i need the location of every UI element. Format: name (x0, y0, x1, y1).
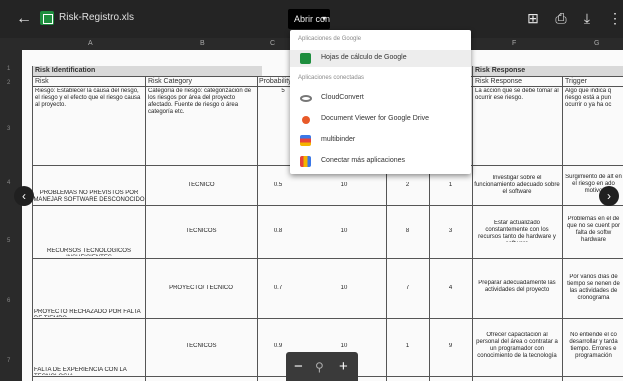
score-cell: 1 (405, 343, 410, 349)
column-header: A (88, 40, 93, 47)
column-header: C (270, 40, 276, 47)
menu-item-label: Conectar más aplicaciones (321, 157, 406, 164)
probability-cell: 0.7 (273, 285, 283, 291)
score-cell: 7 (405, 285, 410, 291)
menu-item-label: CloudConvert (321, 94, 364, 101)
header-risk-category: Risk Category (148, 78, 192, 85)
grid-line (562, 76, 563, 381)
section-risk-response: Risk Response (475, 67, 526, 74)
row-header: 3 (7, 126, 11, 132)
chevron-left-icon: ‹ (22, 189, 26, 203)
multibinder-icon (300, 135, 311, 146)
rank-cell: 1 (448, 182, 453, 188)
open-with-menu: Aplicaciones de Google Hojas de cálculo … (290, 30, 471, 174)
response-cell: Investigar sobre el funcionamiento adecu… (474, 175, 560, 195)
column-header: B (200, 40, 205, 47)
category-cell: TECNICOS (185, 228, 217, 234)
probability-cell: 0.5 (273, 182, 283, 188)
risk-cell: RECURSOS TECNOLOGICOS INSUFICIENTES (47, 248, 131, 256)
risk-cell: PROYECTO RECHAZADO POR FALTA DE TIEMPO (34, 309, 141, 317)
header-risk-response: Risk Response (475, 78, 523, 85)
header-probability: Probability (259, 78, 292, 85)
rank-cell: 4 (448, 285, 453, 291)
chevron-right-icon: › (607, 189, 611, 203)
zoom-search-icon[interactable]: ⚲ (315, 360, 324, 374)
menu-item-connect-more-apps[interactable]: Conectar más aplicaciones (290, 153, 471, 170)
connect-apps-icon (300, 156, 311, 167)
trigger-cell: Por varios días de tiempo se nenen de la… (567, 274, 620, 301)
open-with-button[interactable]: Abrir con ▾ (288, 9, 330, 29)
menu-item-cloudconvert[interactable]: CloudConvert (290, 90, 471, 107)
row-header: 7 (7, 358, 11, 364)
category-cell: PROYECTO/ TECNICO (169, 285, 233, 291)
next-page-button[interactable]: › (599, 186, 619, 206)
risk-cell: PROBLEMAS NO PREVISTOS POR MANEJAR SOFTW… (33, 190, 145, 203)
impact-cell: 10 (340, 228, 348, 234)
probability-cell: 0.9 (273, 343, 283, 349)
impact-cell: 10 (340, 285, 348, 291)
rank-cell: 3 (448, 228, 453, 234)
header-risk: Risk (35, 78, 49, 85)
trigger-cell: No entiende el co desarrollar y tarda ti… (569, 332, 618, 359)
zoom-out-button[interactable]: − (294, 358, 303, 375)
column-header: G (594, 40, 600, 47)
score-cell: 2 (405, 182, 410, 188)
description-trigger: Algo que indica q riesgo está a pun ocur… (565, 88, 612, 108)
row-header: 2 (7, 80, 11, 86)
impact-cell: 10 (340, 343, 348, 349)
previous-page-button[interactable]: ‹ (14, 186, 34, 206)
category-cell: TECNICOS (185, 343, 217, 349)
menu-item-document-viewer[interactable]: Document Viewer for Google Drive (290, 111, 471, 128)
back-arrow-icon[interactable]: ← (16, 9, 32, 29)
spreadsheet-file-icon (40, 11, 54, 25)
response-cell: Ofrecer capacitación al personal del áre… (476, 332, 558, 359)
grid-line (472, 66, 473, 381)
grid-line (32, 66, 33, 381)
rank-cell: 9 (448, 343, 453, 349)
menu-item-google-sheets[interactable]: Hojas de cálculo de Google (290, 50, 471, 67)
menu-item-label: Document Viewer for Google Drive (321, 115, 430, 122)
response-cell: Preparar adecuadamente las actividades d… (478, 280, 556, 293)
column-header: F (512, 40, 517, 47)
row-header: 6 (7, 298, 11, 304)
row-header: 4 (7, 180, 11, 186)
grid-line (32, 205, 623, 206)
document-viewer-icon (302, 116, 310, 124)
menu-item-label: multibinder (321, 136, 356, 143)
menu-item-label: Hojas de cálculo de Google (321, 54, 407, 61)
row-header: 1 (7, 66, 11, 72)
print-icon[interactable]: ⎙ (552, 9, 570, 27)
category-cell: TECNICO (187, 182, 215, 188)
chevron-down-icon: ▾ (321, 14, 326, 23)
risk-cell: FALTA DE EXPERIENCIA CON LA TECNOLOGIA (34, 367, 127, 375)
menu-item-multibinder[interactable]: multibinder (290, 132, 471, 149)
menu-section-google-apps: Aplicaciones de Google (298, 36, 362, 42)
file-title: Risk-Registro.xls (59, 12, 135, 23)
zoom-controls: − ⚲ + (286, 352, 358, 381)
menu-section-connected-apps: Aplicaciones conectadas (298, 75, 365, 81)
download-icon[interactable]: ⤓ (578, 9, 596, 27)
row-header: 5 (7, 238, 11, 244)
description-response: La acción que se debe tomar al ocurrir e… (475, 88, 559, 101)
grid-line (32, 258, 623, 259)
score-cell: 8 (405, 228, 410, 234)
zoom-in-button[interactable]: + (339, 358, 348, 375)
cloudconvert-icon (300, 95, 312, 102)
add-comment-icon[interactable]: ⊞ (524, 9, 542, 27)
trigger-cell: Problemas en el de que no se cuent por f… (566, 216, 621, 243)
description-risk: Riesgo: Establecer la causa del riesgo, … (35, 88, 141, 108)
header-trigger: Trigger (565, 78, 587, 85)
sheets-icon (300, 53, 311, 64)
probability-cell: 0.8 (273, 228, 283, 234)
row-headers: 1 2 3 4 5 6 7 (0, 50, 22, 381)
more-options-icon[interactable]: ⋮ (606, 9, 623, 27)
response-cell: Estar actualizado constantemente con los… (478, 220, 556, 242)
impact-cell: 10 (340, 182, 348, 188)
section-risk-identification: Risk Identification (35, 67, 96, 74)
description-category: Categoría de riesgo: categorización de l… (148, 88, 252, 115)
grid-line (32, 318, 623, 319)
